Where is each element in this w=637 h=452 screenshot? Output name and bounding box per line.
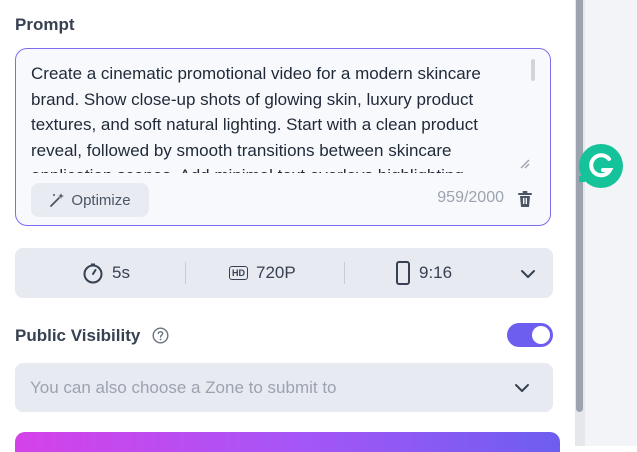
optimize-button[interactable]: Optimize bbox=[31, 183, 149, 217]
divider bbox=[185, 262, 186, 284]
divider bbox=[344, 262, 345, 284]
sparkle-wand-icon bbox=[50, 193, 65, 207]
grammarly-icon[interactable] bbox=[577, 142, 625, 190]
phone-portrait-icon bbox=[396, 261, 410, 285]
quality-setting[interactable]: HD 720P bbox=[229, 248, 296, 298]
prompt-textarea[interactable]: Create a cinematic promotional video for… bbox=[31, 61, 516, 173]
duration-value: 5s bbox=[112, 263, 130, 282]
zone-select[interactable]: You can also choose a Zone to submit to bbox=[15, 363, 553, 412]
trash-icon[interactable] bbox=[516, 190, 534, 208]
duration-setting[interactable]: 5s bbox=[82, 248, 130, 298]
public-visibility-toggle[interactable] bbox=[507, 323, 553, 347]
chevron-down-icon[interactable] bbox=[514, 383, 530, 393]
aspect-ratio-setting[interactable]: 9:16 bbox=[395, 248, 452, 298]
aspect-ratio-value: 9:16 bbox=[419, 263, 453, 282]
video-settings-bar[interactable]: 5s HD 720P 9:16 bbox=[15, 248, 553, 298]
side-area bbox=[585, 0, 637, 446]
help-circle-icon[interactable] bbox=[152, 327, 169, 344]
zone-placeholder: You can also choose a Zone to submit to bbox=[30, 378, 337, 397]
quality-value: 720P bbox=[256, 263, 296, 282]
generate-button[interactable] bbox=[15, 432, 560, 452]
timer-icon bbox=[83, 263, 103, 284]
optimize-label: Optimize bbox=[71, 191, 131, 209]
generation-panel: Prompt Create a cinematic promotional vi… bbox=[0, 0, 575, 452]
panel-scrollbar-thumb[interactable] bbox=[576, 0, 583, 412]
prompt-title: Prompt bbox=[15, 15, 75, 34]
prompt-box: Create a cinematic promotional video for… bbox=[15, 48, 551, 226]
public-visibility-title: Public Visibility bbox=[15, 326, 141, 345]
hd-icon: HD bbox=[229, 266, 248, 280]
prompt-scrollbar[interactable] bbox=[531, 59, 535, 81]
character-counter: 959/2000 bbox=[437, 189, 504, 206]
resize-handle-icon[interactable] bbox=[518, 157, 530, 169]
toggle-knob bbox=[532, 326, 550, 344]
chevron-down-icon[interactable] bbox=[520, 269, 536, 279]
